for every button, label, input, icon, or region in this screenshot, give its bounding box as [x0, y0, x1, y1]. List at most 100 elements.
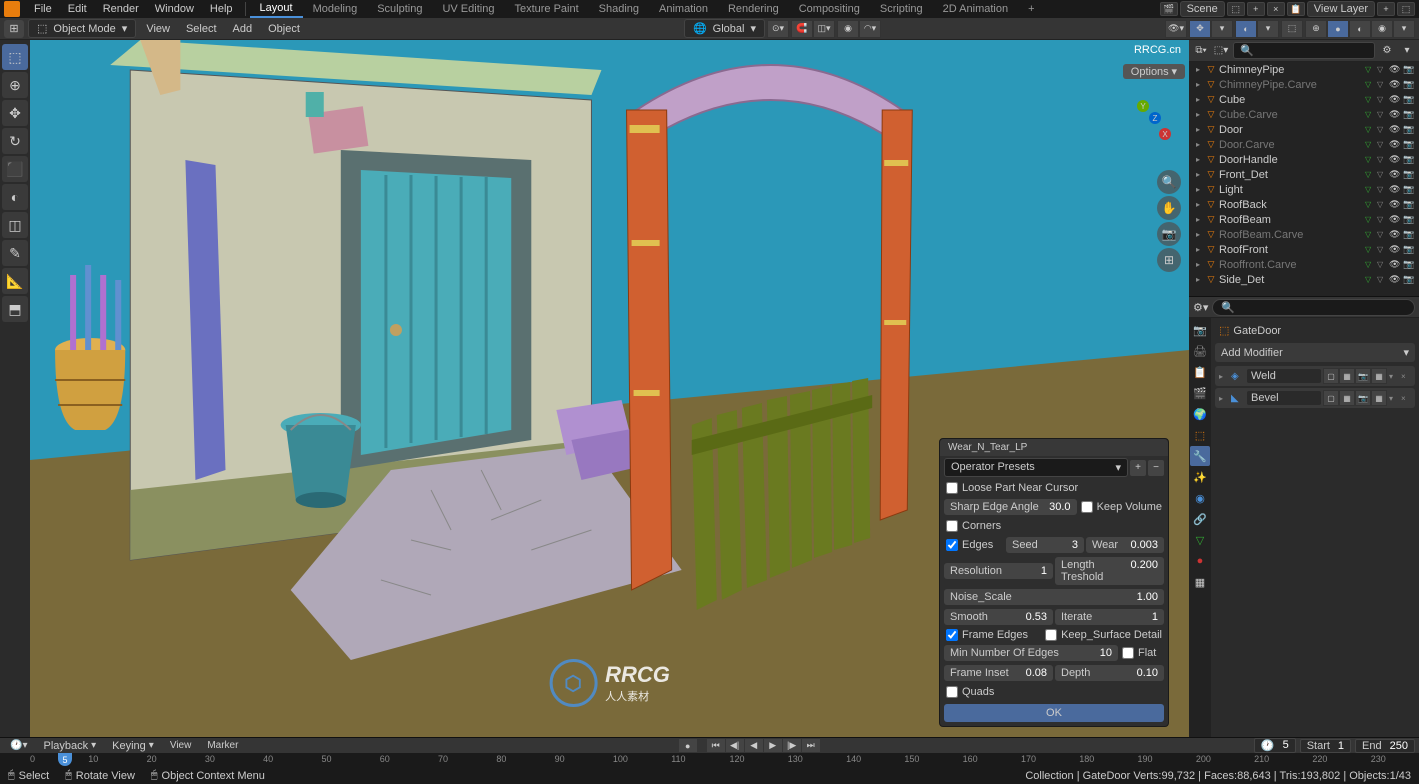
- tab-world-icon[interactable]: 🌍: [1190, 404, 1210, 424]
- render-icon[interactable]: 📷: [1403, 139, 1415, 150]
- outliner-row[interactable]: ▸ ▽ ChimneyPipe.Carve ▽ ▽ 👁 📷: [1189, 77, 1419, 92]
- expand-icon[interactable]: ▸: [1193, 140, 1203, 149]
- length-treshold-field[interactable]: Length Treshold 0.200: [1055, 557, 1164, 585]
- current-frame-field[interactable]: 🕐 5: [1254, 738, 1296, 753]
- tab-uv[interactable]: UV Editing: [432, 1, 504, 17]
- camera-icon[interactable]: 📷: [1157, 222, 1181, 246]
- axis-z[interactable]: Z: [1149, 112, 1161, 124]
- overlay-toggle[interactable]: ◐: [1235, 20, 1257, 38]
- eye-icon[interactable]: 👁: [1389, 94, 1401, 105]
- add-modifier-button[interactable]: Add Modifier ▾: [1215, 343, 1415, 362]
- mod-render-icon[interactable]: 📷: [1355, 368, 1371, 384]
- tab-material-icon[interactable]: ●: [1190, 551, 1210, 571]
- flat-checkbox[interactable]: [1122, 647, 1134, 659]
- tab-particles-icon[interactable]: ✨: [1190, 467, 1210, 487]
- tool-measure2[interactable]: 📐: [2, 268, 28, 294]
- loose-part-check[interactable]: Loose Part Near Cursor: [940, 479, 1168, 497]
- mod-edit-icon[interactable]: ▦: [1339, 390, 1355, 406]
- select-menu[interactable]: Select: [180, 21, 223, 37]
- timeline-ruler[interactable]: 5 01020304050607080901001101201301401501…: [0, 753, 1419, 768]
- outliner-row[interactable]: ▸ ▽ Rooffront.Carve ▽ ▽ 👁 📷: [1189, 257, 1419, 272]
- timeline-editor-icon[interactable]: 🕐▾: [4, 739, 33, 752]
- min-edges-field[interactable]: Min Number Of Edges 10: [944, 645, 1118, 661]
- pivot-btn[interactable]: ⊙▾: [767, 20, 789, 38]
- resolution-field[interactable]: Resolution 1: [944, 563, 1053, 579]
- tab-add[interactable]: +: [1018, 1, 1044, 17]
- eye-icon[interactable]: 👁: [1389, 259, 1401, 270]
- render-icon[interactable]: 📷: [1403, 184, 1415, 195]
- axis-x[interactable]: X: [1159, 128, 1171, 140]
- expand-icon[interactable]: ▸: [1193, 95, 1203, 104]
- menu-render[interactable]: Render: [95, 1, 147, 17]
- tool-move[interactable]: ✥: [2, 100, 28, 126]
- eye-icon[interactable]: 👁: [1389, 109, 1401, 120]
- orientation-dropdown[interactable]: 🌐 Global ▾: [684, 19, 765, 38]
- outliner-row[interactable]: ▸ ▽ Door.Carve ▽ ▽ 👁 📷: [1189, 137, 1419, 152]
- expand-icon[interactable]: ▸: [1193, 110, 1203, 119]
- outliner[interactable]: ▸ ▽ ChimneyPipe ▽ ▽ 👁 📷 ▸ ▽ ChimneyPipe.…: [1189, 62, 1419, 296]
- menu-file[interactable]: File: [26, 1, 60, 17]
- keep-volume-checkbox[interactable]: [1081, 501, 1093, 513]
- expand-icon[interactable]: ▸: [1193, 215, 1203, 224]
- mod-dropdown-icon[interactable]: ▾: [1389, 394, 1399, 403]
- editor-type-icon[interactable]: ⊞: [4, 20, 24, 38]
- add-menu[interactable]: Add: [227, 21, 259, 37]
- tab-animation[interactable]: Animation: [649, 1, 718, 17]
- outliner-row[interactable]: ▸ ▽ RoofBack ▽ ▽ 👁 📷: [1189, 197, 1419, 212]
- outliner-filter-icon[interactable]: ⚙: [1379, 43, 1395, 59]
- eye-icon[interactable]: 👁: [1389, 124, 1401, 135]
- expand-icon[interactable]: ▸: [1219, 394, 1229, 403]
- render-icon[interactable]: 📷: [1403, 259, 1415, 270]
- eye-icon[interactable]: 👁: [1389, 64, 1401, 75]
- end-frame-field[interactable]: End 250: [1355, 739, 1415, 753]
- overlay-dd[interactable]: ▾: [1257, 20, 1279, 38]
- operator-presets-dropdown[interactable]: Operator Presets ▾: [944, 458, 1128, 477]
- eye-icon[interactable]: 👁: [1389, 79, 1401, 90]
- sharp-edge-field[interactable]: Sharp Edge Angle 30.0: [944, 499, 1077, 515]
- render-icon[interactable]: 📷: [1403, 109, 1415, 120]
- jump-end-icon[interactable]: ⏭: [802, 739, 820, 752]
- tool-measure[interactable]: ✎: [2, 240, 28, 266]
- scene-new-icon[interactable]: ⬚: [1227, 2, 1245, 16]
- props-editor-icon[interactable]: ⚙▾: [1193, 301, 1208, 314]
- render-icon[interactable]: 📷: [1403, 64, 1415, 75]
- eye-icon[interactable]: 👁: [1389, 154, 1401, 165]
- view-menu[interactable]: View: [140, 21, 176, 37]
- outliner-row[interactable]: ▸ ▽ ChimneyPipe ▽ ▽ 👁 📷: [1189, 62, 1419, 77]
- proportional-falloff[interactable]: ◠▾: [859, 20, 881, 38]
- xray-toggle[interactable]: ⬚: [1281, 20, 1303, 38]
- render-icon[interactable]: 📷: [1403, 169, 1415, 180]
- expand-icon[interactable]: ▸: [1193, 275, 1203, 284]
- vis-eye[interactable]: 👁▾: [1165, 20, 1187, 38]
- mod-delete-icon[interactable]: ×: [1401, 372, 1411, 381]
- axis-y[interactable]: Y: [1137, 100, 1149, 112]
- eye-icon[interactable]: 👁: [1389, 274, 1401, 285]
- tab-output-icon[interactable]: 🖨: [1190, 341, 1210, 361]
- timeline-cursor[interactable]: 5: [58, 753, 72, 766]
- mod-render-icon[interactable]: 📷: [1355, 390, 1371, 406]
- tab-rendering[interactable]: Rendering: [718, 1, 789, 17]
- nav-gizmo[interactable]: Z Y X: [1111, 100, 1171, 160]
- playback-dropdown[interactable]: Playback ▾: [37, 739, 102, 753]
- smooth-field[interactable]: Smooth 0.53: [944, 609, 1053, 625]
- eye-icon[interactable]: 👁: [1389, 199, 1401, 210]
- play-rev-icon[interactable]: ◀: [745, 739, 763, 752]
- options-button[interactable]: Options ▾: [1123, 64, 1185, 79]
- scene-dup-icon[interactable]: +: [1247, 2, 1265, 16]
- expand-icon[interactable]: ▸: [1193, 170, 1203, 179]
- tab-physics-icon[interactable]: ◉: [1190, 488, 1210, 508]
- mode-dropdown[interactable]: ⬚ Object Mode ▾: [28, 19, 136, 38]
- eye-icon[interactable]: 👁: [1389, 169, 1401, 180]
- outliner-new-collection-icon[interactable]: ▾: [1399, 43, 1415, 59]
- gizmo-dd[interactable]: ▾: [1211, 20, 1233, 38]
- shade-matprev[interactable]: ◐: [1349, 20, 1371, 38]
- quads-check[interactable]: Quads: [940, 683, 1168, 701]
- preset-remove-btn[interactable]: −: [1148, 460, 1164, 476]
- outliner-editor-icon[interactable]: ⧉▾: [1193, 43, 1209, 59]
- mod-cage-icon[interactable]: ▦: [1371, 368, 1387, 384]
- scene-field[interactable]: Scene: [1180, 1, 1225, 17]
- noise-scale-field[interactable]: Noise_Scale 1.00: [944, 589, 1164, 605]
- render-icon[interactable]: 📷: [1403, 244, 1415, 255]
- edges-checkbox[interactable]: [946, 539, 958, 551]
- corners-checkbox[interactable]: [946, 520, 958, 532]
